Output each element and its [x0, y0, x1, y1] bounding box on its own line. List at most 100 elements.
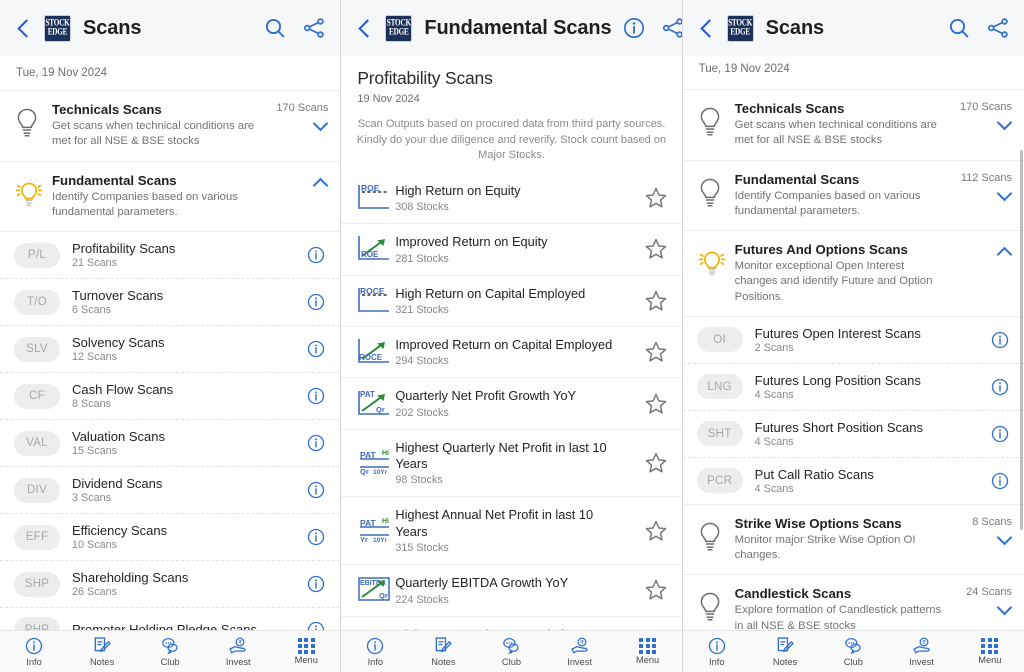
star-outline-icon[interactable] [644, 519, 668, 543]
subscan-row[interactable]: CF Cash Flow Scans 8 Scans [0, 373, 341, 420]
share-icon[interactable] [661, 16, 683, 40]
search-icon[interactable] [947, 16, 971, 40]
star-outline-icon[interactable] [644, 392, 668, 416]
nav-item-notes[interactable]: Notes [751, 636, 819, 667]
scan-item-row[interactable]: ROCE Improved Return on Capital Employed 2… [341, 326, 682, 379]
category-row[interactable]: Fundamental Scans Identify Companies base… [682, 160, 1024, 231]
subscan-row[interactable]: SHP Shareholding Scans 26 Scans [0, 561, 341, 608]
info-circle-icon [25, 637, 43, 655]
scan-item-row[interactable]: PAT Qr Quarterly Net Profit Growth YoY 202 … [341, 378, 682, 430]
category-text: Technicals Scans Get scans when technical… [735, 101, 950, 149]
star-outline-icon[interactable] [644, 237, 668, 261]
scan-item-row[interactable]: EBITDA Qr Quarterly EBITDA Growth YoY 224 S… [341, 565, 682, 617]
back-chevron-icon[interactable] [14, 18, 34, 38]
nav-item-club[interactable]: Club [136, 636, 204, 667]
nav-item-club[interactable]: Club [819, 636, 887, 667]
category-row[interactable]: Strike Wise Options Scans Monitor major S… [682, 504, 1024, 576]
nav-item-menu[interactable]: Menu [614, 637, 682, 665]
subscan-pill: T/O [14, 289, 60, 315]
star-outline-icon[interactable] [644, 186, 668, 210]
star-outline-icon[interactable] [644, 451, 668, 475]
profitability-scan-body[interactable]: Profitability Scans 19 Nov 2024 Scan Out… [341, 56, 682, 672]
subscan-text: Profitability Scans 21 Scans [72, 241, 306, 269]
subscan-row[interactable]: PCR Put Call Ratio Scans 4 Scans [682, 457, 1024, 505]
info-circle-icon[interactable] [990, 377, 1010, 397]
info-circle-icon[interactable] [306, 480, 326, 500]
category-row-fundamental[interactable]: Fundamental Scans Identify Companies bas… [0, 161, 341, 232]
subscan-row[interactable]: SHT Futures Short Position Scans 4 Scans [682, 410, 1024, 458]
scan-item-stocks: 98 Stocks [395, 474, 443, 487]
chevron-down-icon[interactable] [997, 188, 1012, 197]
category-title: Candlestick Scans [734, 586, 852, 602]
category-title: Fundamental Scans [52, 172, 177, 188]
nav-item-info[interactable]: Info [0, 636, 68, 667]
info-circle-icon[interactable] [306, 574, 326, 594]
info-circle-icon[interactable] [306, 433, 326, 453]
info-circle-icon[interactable] [306, 339, 326, 359]
star-outline-icon[interactable] [644, 340, 668, 364]
info-circle-icon[interactable] [306, 386, 326, 406]
subscan-row[interactable]: LNG Futures Long Position Scans 4 Scans [682, 363, 1024, 411]
nav-item-menu[interactable]: Menu [956, 637, 1024, 665]
star-outline-icon[interactable] [644, 289, 668, 313]
info-circle-icon[interactable] [990, 330, 1010, 350]
scan-category-list[interactable]: Technicals Scans Get scans when technica… [0, 91, 341, 672]
back-chevron-icon[interactable] [697, 18, 717, 38]
subscan-row[interactable]: T/O Turnover Scans 6 Scans [0, 279, 341, 326]
subscan-row[interactable]: DIV Dividend Scans 3 Scans [0, 467, 341, 514]
info-circle-icon[interactable] [306, 527, 326, 547]
pat-yr-10yr-icon: Hi PAT Yr 10Yr [360, 518, 389, 544]
scan-category-list[interactable]: Monitor highly Traded & Delivered stocks… [682, 56, 1024, 672]
subscan-title: Valuation Scans [72, 429, 165, 444]
info-circle-icon[interactable] [306, 245, 326, 265]
info-circle-icon[interactable] [622, 16, 646, 40]
subscan-row[interactable]: VAL Valuation Scans 15 Scans [0, 420, 341, 467]
vertical-scrollbar[interactable] [1019, 150, 1023, 530]
share-icon[interactable] [302, 16, 326, 40]
info-circle-icon[interactable] [306, 292, 326, 312]
scan-item-row[interactable]: ROE Improved Return on Equity 281 Stocks [341, 224, 682, 276]
info-circle-icon[interactable] [990, 424, 1010, 444]
page-title: Scans [83, 16, 142, 39]
subscan-row[interactable]: OI Futures Open Interest Scans 2 Scans [682, 316, 1024, 364]
scan-item-row[interactable]: Hi PAT Yr 10Yr Highest Annual Net Profit in … [341, 497, 682, 566]
nav-item-invest[interactable]: ₹ Invest [546, 636, 614, 667]
scan-item-name: Quarterly EBITDA Growth YoY [395, 575, 569, 591]
nav-item-menu[interactable]: Menu [272, 637, 340, 665]
category-row[interactable]: Futures And Options Scans Monitor excepti… [682, 231, 1024, 317]
notes-pencil-icon [94, 637, 111, 653]
scan-item-row[interactable]: Hi PAT Qr 10Yr Highest Quarterly Net Profit … [341, 429, 682, 498]
chevron-up-icon[interactable] [997, 246, 1012, 255]
star-outline-icon[interactable] [644, 578, 668, 602]
scan-item-text: Improved Return on Equity 281 Stocks [395, 234, 643, 264]
chevron-down-icon[interactable] [313, 118, 328, 127]
share-icon[interactable] [986, 16, 1010, 40]
category-row[interactable]: Technicals Scans Get scans when technical… [682, 90, 1024, 161]
search-icon[interactable] [263, 16, 287, 40]
chevron-down-icon[interactable] [997, 117, 1012, 126]
chevron-up-icon[interactable] [313, 177, 328, 186]
nav-item-info[interactable]: Info [341, 636, 409, 667]
nav-item-info[interactable]: Info [683, 636, 751, 667]
subscan-row[interactable]: P/L Profitability Scans 21 Scans [0, 232, 341, 279]
chevron-down-icon[interactable] [997, 532, 1012, 541]
chevron-down-icon[interactable] [997, 602, 1012, 611]
subscan-title: Cash Flow Scans [72, 382, 174, 397]
nav-item-invest[interactable]: ₹ Invest [887, 636, 955, 667]
scan-item-row[interactable]: ROCE High Return on Capital Employed 321 S… [341, 275, 682, 327]
back-chevron-icon[interactable] [355, 18, 375, 38]
info-circle-icon[interactable] [990, 471, 1010, 491]
category-row-technicals[interactable]: Technicals Scans Get scans when technica… [0, 91, 341, 162]
category-text: Fundamental Scans Identify Companies bas… [52, 173, 266, 221]
lightbulb-icon [697, 172, 735, 214]
nav-item-notes[interactable]: Notes [68, 636, 136, 667]
subscan-row[interactable]: SLV Solvency Scans 12 Scans [0, 326, 341, 373]
scan-item-row[interactable]: ROE High Return on Equity 308 Stocks [341, 172, 682, 225]
nav-item-invest[interactable]: ₹ Invest [204, 636, 272, 667]
subscan-title: Turnover Scans [72, 288, 164, 303]
subscan-row[interactable]: EFF Efficiency Scans 10 Scans [0, 514, 341, 561]
nav-item-notes[interactable]: Notes [409, 636, 477, 667]
svg-text:PAT: PAT [360, 518, 377, 528]
nav-item-club[interactable]: Club [477, 636, 545, 667]
scan-item-stocks: 202 Stocks [395, 406, 449, 419]
